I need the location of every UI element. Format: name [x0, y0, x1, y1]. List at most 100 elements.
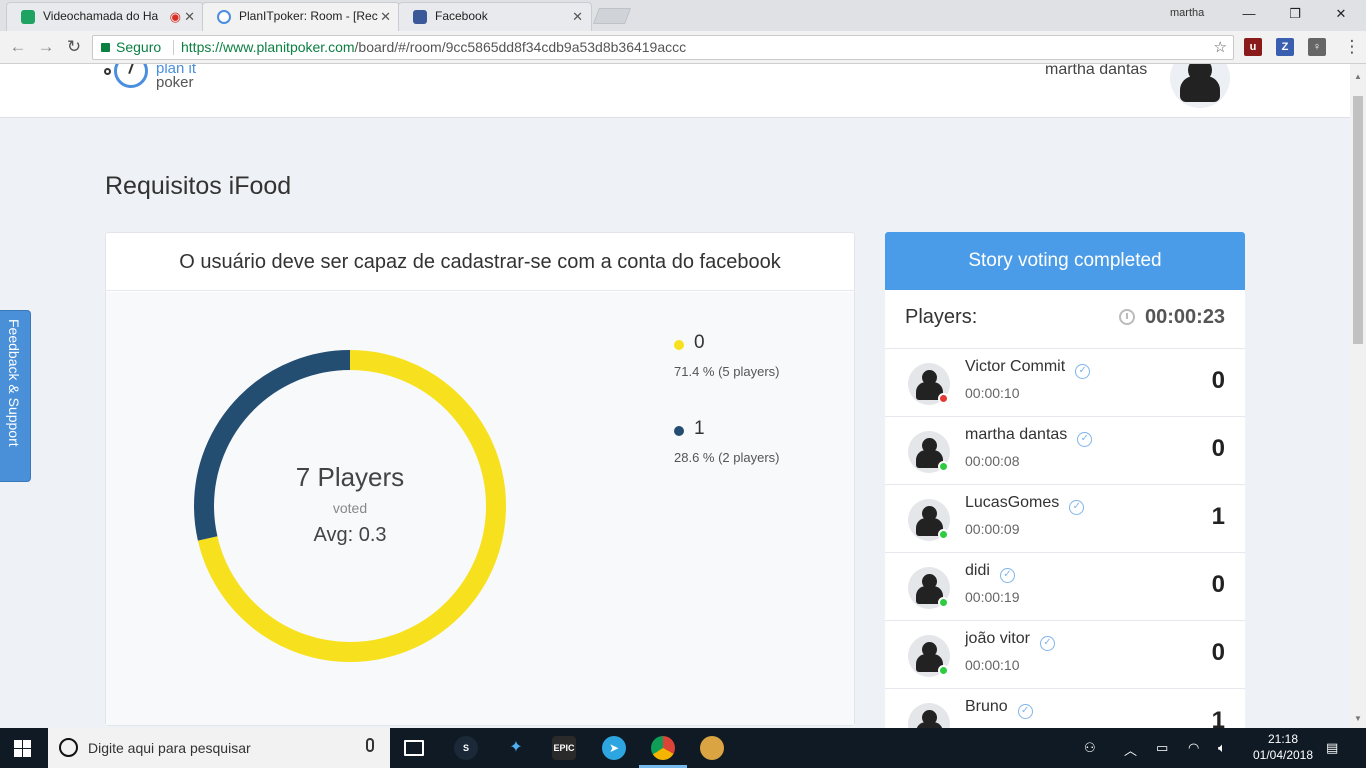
legend-percentage: 71.4 % (5 players): [674, 364, 780, 379]
presence-dot: [938, 461, 949, 472]
feedback-support-tab[interactable]: Feedback & Support: [0, 310, 31, 482]
player-vote-time: 00:00:09: [965, 521, 1020, 537]
player-name: Bruno ✓: [965, 698, 1033, 719]
player-row: joão vitor ✓ 00:00:10 0: [885, 621, 1245, 689]
back-icon[interactable]: ←: [6, 37, 30, 57]
player-vote: 1: [1211, 503, 1225, 530]
planitpoker-icon: [217, 10, 231, 24]
url-host: https://www.planitpoker.com: [181, 39, 355, 55]
current-user-name[interactable]: martha dantas: [1045, 64, 1147, 79]
bookmark-star-icon[interactable]: ☆: [1214, 36, 1227, 59]
player-vote-time: 00:00:10: [965, 385, 1020, 401]
close-icon[interactable]: ✕: [184, 3, 195, 30]
voted-check-icon: ✓: [999, 568, 1015, 583]
battery-icon[interactable]: ▭: [1156, 740, 1168, 756]
windows-start-icon[interactable]: [14, 740, 31, 757]
player-vote-time: 00:00:10: [965, 657, 1020, 673]
keep-extension-icon[interactable]: ♀: [1308, 38, 1326, 56]
hangouts-icon: [21, 10, 35, 24]
voted-check-icon: ✓: [1075, 364, 1091, 379]
player-vote: 0: [1211, 367, 1225, 394]
steam-icon[interactable]: S: [454, 736, 478, 760]
tab-title: PlanITpoker: Room - [Rec: [239, 9, 378, 23]
close-icon[interactable]: ✕: [572, 3, 583, 30]
browser-tab-bar: Videochamada do Ha ◉ ✕ PlanITpoker: Room…: [0, 0, 1366, 31]
battlenet-icon[interactable]: ✦: [504, 736, 528, 760]
ublock-extension-icon[interactable]: u: [1244, 38, 1262, 56]
tab-planitpoker[interactable]: PlanITpoker: Room - [Rec ✕: [202, 2, 400, 31]
players-label: Players:: [905, 306, 978, 328]
legend-value: 1: [694, 418, 705, 439]
profile-name[interactable]: martha: [1170, 7, 1204, 19]
player-name: didi ✓: [965, 562, 1015, 583]
url-separator: [173, 40, 174, 55]
zotero-extension-icon[interactable]: Z: [1276, 38, 1294, 56]
clock-time: 21:18: [1267, 732, 1299, 746]
people-icon[interactable]: ⚇: [1084, 740, 1096, 756]
restore-button[interactable]: ❐: [1272, 0, 1318, 28]
player-name-text: Bruno: [965, 698, 1008, 715]
logo-text: plan it poker: [156, 64, 196, 90]
menu-icon[interactable]: ⋮: [1340, 37, 1364, 57]
room-title: Requisitos iFood: [105, 172, 292, 200]
player-vote-time: 00:00:19: [965, 589, 1020, 605]
url-input[interactable]: Seguro https://www.planitpoker.com/board…: [92, 35, 1234, 60]
player-row: LucasGomes ✓ 00:00:09 1: [885, 485, 1245, 553]
volume-icon[interactable]: 🔈︎: [1218, 740, 1226, 756]
presence-dot: [938, 529, 949, 540]
voted-check-icon: ✓: [1077, 432, 1093, 447]
secure-indicator[interactable]: Seguro: [101, 36, 161, 59]
task-view-icon[interactable]: [404, 740, 424, 756]
wifi-icon[interactable]: ◠: [1188, 740, 1199, 756]
telegram-icon[interactable]: ➤: [602, 736, 626, 760]
epic-games-icon[interactable]: EPIC: [552, 736, 576, 760]
search-placeholder: Digite aqui para pesquisar: [88, 740, 251, 756]
taskbar-search[interactable]: Digite aqui para pesquisar: [48, 728, 390, 768]
voting-status-banner: Story voting completed: [885, 232, 1245, 290]
forward-icon[interactable]: →: [34, 37, 58, 57]
donut-center: 7 Players voted Avg: 0.3: [194, 350, 506, 662]
tab-facebook[interactable]: Facebook ✕: [398, 2, 592, 31]
windows-taskbar: Digite aqui para pesquisar S ✦ EPIC ➤ ⚇ …: [0, 728, 1366, 768]
scroll-down-arrow-icon[interactable]: ▼: [1354, 714, 1362, 723]
story-card: O usuário deve ser capaz de cadastrar-se…: [105, 232, 855, 726]
legend-value: 0: [694, 332, 705, 353]
player-row: didi ✓ 00:00:19 0: [885, 553, 1245, 621]
show-hidden-icons-chevron-icon[interactable]: ︿: [1124, 740, 1137, 759]
player-name-text: Victor Commit: [965, 358, 1066, 375]
notifications-icon[interactable]: ▤: [1326, 740, 1338, 756]
results-chart-area: 7 Players voted Avg: 0.3 0 71.4 % (5 pla…: [106, 292, 854, 725]
clock-date: 01/04/2018: [1252, 748, 1314, 762]
close-window-button[interactable]: ✕: [1318, 0, 1364, 28]
player-row: Bruno ✓ 1: [885, 689, 1245, 728]
scrollbar-thumb[interactable]: [1353, 96, 1363, 344]
legend-dot: [674, 340, 684, 350]
logo-clock-icon: [114, 64, 148, 88]
url-text: https://www.planitpoker.com/board/#/room…: [181, 36, 686, 59]
minimize-button[interactable]: —: [1226, 0, 1272, 28]
scroll-up-arrow-icon[interactable]: ▲: [1354, 72, 1362, 81]
voted-check-icon: ✓: [1017, 704, 1033, 719]
page-scrollbar[interactable]: ▲ ▼: [1350, 64, 1366, 728]
paint-icon[interactable]: [700, 736, 724, 760]
player-vote: 1: [1211, 707, 1225, 728]
player-name-text: joão vitor: [965, 630, 1030, 647]
new-tab-button[interactable]: [593, 8, 631, 24]
user-avatar[interactable]: [1170, 64, 1230, 108]
system-clock[interactable]: 21:18 01/04/2018: [1246, 731, 1320, 763]
player-vote: 0: [1211, 435, 1225, 462]
player-name-text: martha dantas: [965, 426, 1068, 443]
tab-videochamada[interactable]: Videochamada do Ha ◉ ✕: [6, 2, 204, 31]
player-vote-time: 00:00:08: [965, 453, 1020, 469]
legend-dot: [674, 426, 684, 436]
secure-label: Seguro: [116, 39, 162, 55]
planitpoker-logo[interactable]: plan it poker: [104, 64, 224, 98]
players-header: Players: 00:00:23: [885, 290, 1245, 349]
reload-icon[interactable]: ↻: [62, 37, 86, 57]
cortana-icon: [59, 738, 78, 757]
lock-icon: [101, 43, 110, 52]
page-content: plan it poker martha dantas Requisitos iF…: [0, 64, 1350, 728]
microphone-icon[interactable]: [366, 738, 374, 752]
chrome-icon[interactable]: [651, 736, 675, 760]
close-icon[interactable]: ✕: [380, 3, 391, 30]
